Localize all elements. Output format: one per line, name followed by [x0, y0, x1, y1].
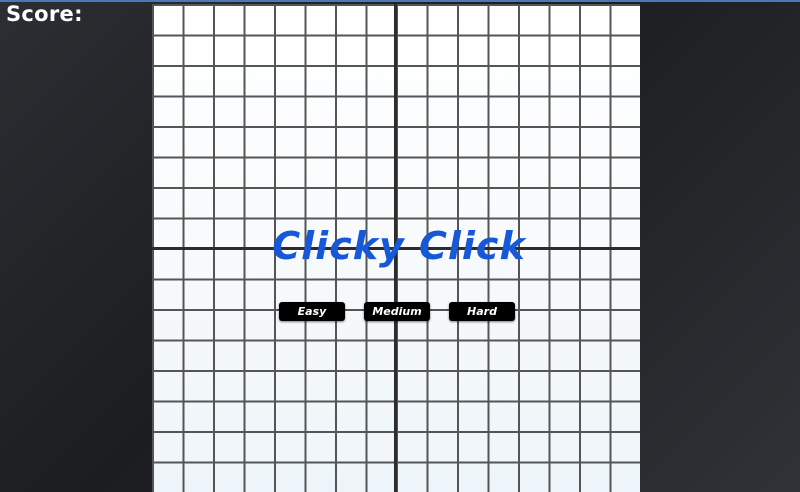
score-label: Score: — [6, 2, 83, 26]
window-top-border — [0, 0, 800, 2]
medium-button[interactable]: Medium — [364, 302, 430, 321]
difficulty-menu: Easy Medium Hard — [0, 302, 800, 322]
easy-button[interactable]: Easy — [279, 302, 345, 321]
game-title: Clicky Click — [272, 224, 526, 268]
hard-button[interactable]: Hard — [449, 302, 515, 321]
